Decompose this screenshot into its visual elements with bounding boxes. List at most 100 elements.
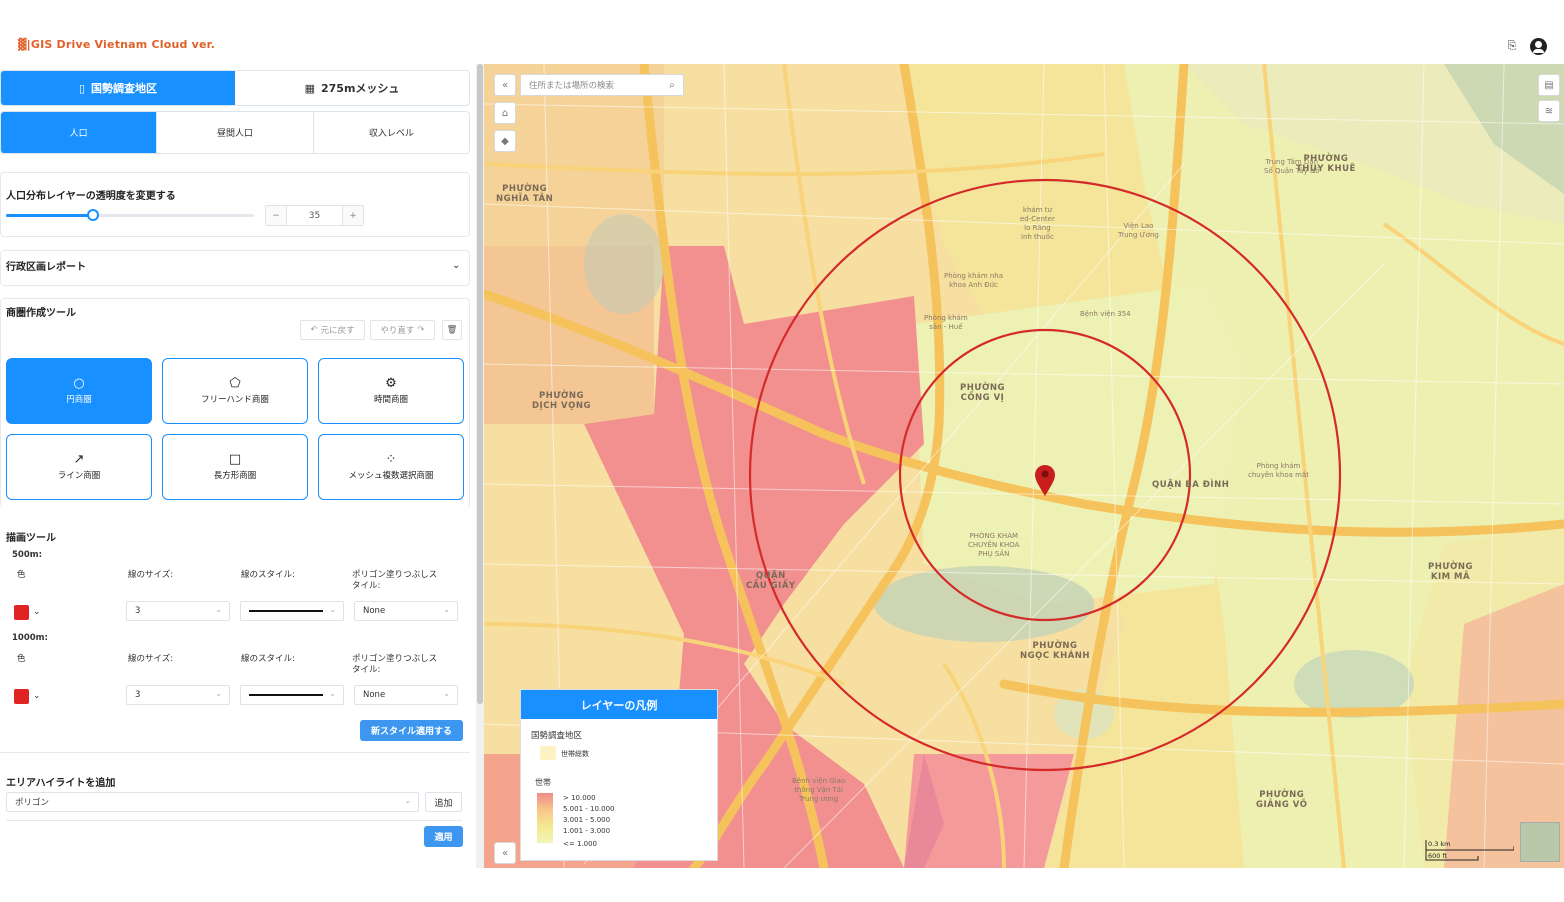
slider-handle[interactable] [86,209,99,221]
opacity-slider[interactable] [6,209,254,221]
divider [6,820,462,821]
poi-label: khám tư ed-Center lo Răng inh thuốc [1020,206,1055,241]
legend-ramp-label: 5.001 - 10.000 [563,805,615,813]
apply-style-button[interactable]: 新スタイル適用する [360,720,463,741]
color-picker-1000m[interactable]: ⌄ [14,686,47,706]
opacity-stepper: − 35 + [265,205,364,226]
search-icon[interactable]: ⌕ [662,75,682,95]
tab-census-district[interactable]: ▯ 国勢調査地区 [1,71,235,105]
user-icon[interactable] [1530,38,1547,55]
tool-circle-area[interactable]: ○ 円商圏 [6,358,152,424]
style-label: 線のスタイル: [241,654,295,664]
fill-style-select-1000m[interactable]: None ⌄ [354,685,458,705]
size-label: 線のサイズ: [128,654,174,664]
opacity-value[interactable]: 35 [286,206,343,225]
color-swatch [14,604,29,620]
color-picker-500m[interactable]: ⌄ [14,602,47,622]
select-value: ポリゴン [15,798,50,808]
compass-icon[interactable]: ◆ [494,130,516,152]
collapse-legend-icon[interactable]: « [494,842,516,864]
tool-rectangle-area[interactable]: □ 長方形商圏 [162,434,308,500]
map-view[interactable]: PHƯỜNG NGHĨA TÂN PHƯỜNG DỊCH VỌNG QUẬN C… [484,64,1564,868]
legend-ramp-label: <= 1.000 [563,840,597,848]
district-label: PHƯỜNG DỊCH VỌNG [532,391,591,411]
line-size-select-500m[interactable]: 3 ⌄ [126,601,230,621]
tab-income-level[interactable]: 収入レベル [314,112,469,153]
collapse-left-icon[interactable]: « [494,74,516,96]
app-header: ▓|GIS Drive Vietnam Cloud ver. ⎘ [0,0,1564,64]
dataset-tabs: ▯ 国勢調査地区 ▦ 275mメッシュ [0,70,470,106]
opacity-card [0,172,470,237]
fill-label: ポリゴン塗りつぶしス タイル: [352,570,438,591]
decrement-button[interactable]: − [266,206,286,225]
admin-report-title: 行政区画レポート [6,262,86,273]
layers-icon[interactable]: ≋ [1538,100,1560,122]
select-value: None [363,606,386,616]
fill-style-select-500m[interactable]: None ⌄ [354,601,458,621]
home-icon[interactable]: ⌂ [494,102,516,124]
sidebar-scrollbar[interactable] [476,64,484,868]
ring-name: 500m: [12,550,42,560]
scale-bar: 0.3 km 600 ft [1424,838,1514,862]
mesh-select-icon: ⁘ [385,452,397,467]
line-style-select-1000m[interactable]: ⌄ [240,685,344,705]
freehand-icon: ⬠ [229,376,241,391]
scrollbar-thumb[interactable] [477,64,483,704]
legend-layer-name: 国勢調査地区 [531,731,583,741]
translate-icon[interactable]: ⎘ [1504,38,1520,54]
scale-km: 0.3 km [1428,840,1451,848]
time-area-icon: ⚙ [385,376,397,391]
legend-ramp-title: 世帯 [535,778,551,787]
poi-label: Bệnh viện Giao thông Vận Tải Trung ương [792,777,846,803]
legend-swatch [540,746,556,760]
save-icon[interactable]: ▤ [1538,74,1560,96]
apply-highlight-button[interactable]: 適用 [424,826,463,847]
tab-daytime-population[interactable]: 昼間人口 [157,112,314,153]
poi-label: Trung Tâm Dân Số Quận Tây Hồ [1264,158,1320,175]
poi-label: Viện Lao Trung Ương [1118,222,1159,239]
district-label: PHƯỜNG NGỌC KHÁNH [1020,641,1091,661]
style-label: 線のスタイル: [241,570,295,580]
solid-line-sample [249,694,323,696]
ring-name: 1000m: [12,633,48,643]
map-search-input[interactable]: 住所または場所の検索 [520,74,684,96]
chevron-down-icon: ⌄ [443,605,450,614]
basemap-switcher[interactable] [1520,822,1560,862]
select-value: 3 [135,606,141,616]
tab-275m-mesh[interactable]: ▦ 275mメッシュ [235,71,469,105]
color-swatch [14,688,29,704]
tab-label: 275mメッシュ [320,82,400,95]
undo-button[interactable]: ↶ 元に戻す [300,320,365,340]
tool-mesh-select-area[interactable]: ⁘ メッシュ複数選択商圏 [318,434,464,500]
add-highlight-button[interactable]: 追加 [425,792,462,812]
trash-icon[interactable]: 🗑 [442,320,462,340]
increment-button[interactable]: + [343,206,363,225]
chevron-down-icon: ⌄ [404,796,411,805]
tool-label: 時間商圏 [373,395,408,405]
legend-ramp-label: 3.001 - 5.000 [563,816,611,824]
undo-icon: ↶ [310,325,318,335]
circle-icon: ○ [73,376,85,391]
chevron-down-icon[interactable]: ⌄ [452,260,460,271]
search-placeholder: 住所または場所の検索 [529,81,615,91]
fill-label: ポリゴン塗りつぶしス タイル: [352,654,438,675]
tool-time-area[interactable]: ⚙ 時間商圏 [318,358,464,424]
chevron-down-icon: ⌄ [215,689,222,698]
tool-line-area[interactable]: ↗ ライン商圏 [6,434,152,500]
tab-population[interactable]: 人口 [1,112,158,153]
chevron-down-icon: ⌄ [33,691,41,701]
legend-color-ramp [537,793,553,843]
line-style-select-500m[interactable]: ⌄ [240,601,344,621]
app-logo[interactable]: ▓|GIS Drive Vietnam Cloud ver. [18,38,215,51]
redo-button[interactable]: やり直す ↷ [370,320,435,340]
district-label: PHƯỜNG NGHĨA TÂN [496,184,554,204]
chevron-down-icon: ⌄ [33,607,41,617]
district-label: PHƯỜNG KIM MÃ [1428,562,1473,582]
scale-ft: 600 ft [1428,852,1448,860]
tool-freehand-area[interactable]: ⬠ フリーハンド商圏 [162,358,308,424]
line-size-select-1000m[interactable]: 3 ⌄ [126,685,230,705]
poi-label: Phòng khám sản - Huế [924,314,968,331]
highlight-type-select[interactable]: ポリゴン ⌄ [6,792,419,812]
redo-label: やり直す [380,326,415,336]
document-icon: ▯ [78,81,86,95]
